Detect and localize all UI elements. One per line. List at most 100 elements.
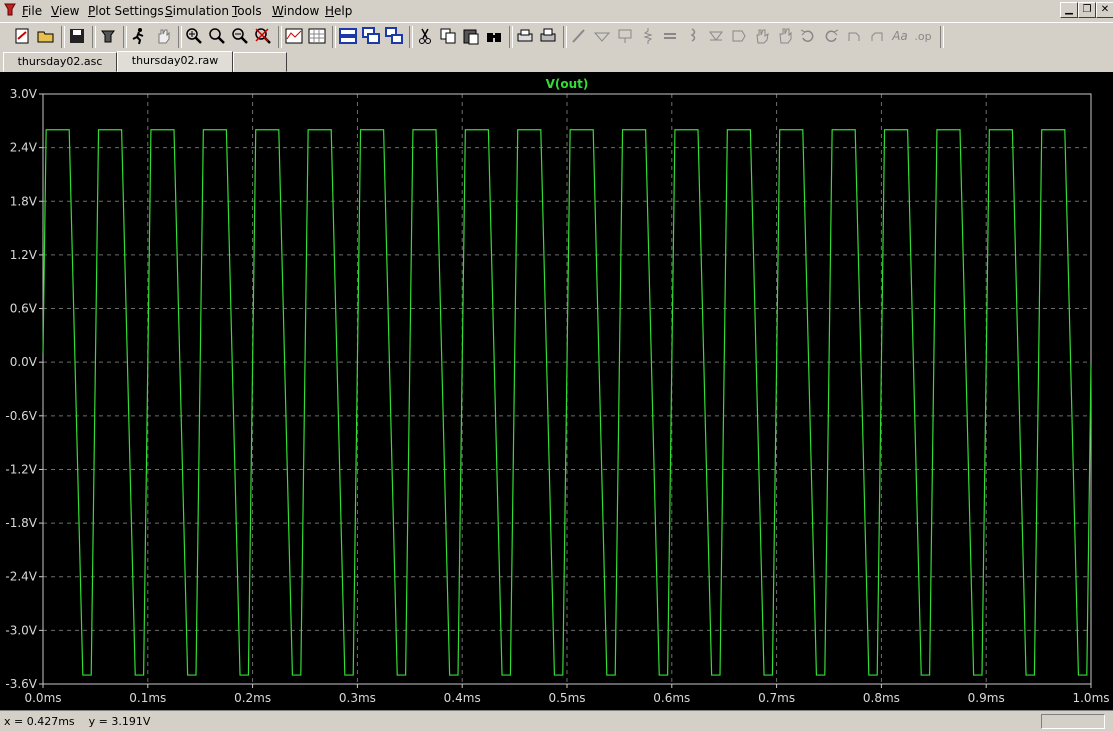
- redo-icon: [825, 29, 839, 42]
- tile-vertical-icon: [385, 27, 403, 44]
- run-icon: [132, 28, 144, 45]
- y-tick-label: -1.2V: [5, 462, 37, 476]
- rotate-button[interactable]: [844, 26, 864, 46]
- zoom-out-icon: [232, 28, 248, 44]
- print-icon: [540, 28, 556, 42]
- tile-vertical-button[interactable]: [384, 26, 404, 46]
- document-tab-bar: thursday02.asc thursday02.raw: [0, 51, 1113, 73]
- open-button[interactable]: [36, 26, 56, 46]
- tile-horizontal-icon: [339, 28, 357, 44]
- y-tick-label: -3.0V: [5, 623, 37, 637]
- run-button[interactable]: [129, 26, 149, 46]
- status-panel: [1041, 714, 1105, 729]
- wire-button[interactable]: [569, 26, 589, 46]
- x-tick-label: 0.3ms: [339, 691, 376, 705]
- tile-horizontal-button[interactable]: [338, 26, 358, 46]
- inductor-icon: [690, 28, 696, 42]
- menu-file[interactable]: File: [22, 4, 42, 18]
- waveform-plot[interactable]: 3.0V 2.4V 1.8V 1.2V 0.6V 0.0V -0.6V -1.2V -1.8V -…: [0, 72, 1113, 710]
- toolbar: Aa .op: [0, 22, 1113, 52]
- toolbar-separator: [409, 26, 413, 48]
- menu-plot-settings[interactable]: Plot Settings: [88, 4, 164, 18]
- drag-button[interactable]: [775, 26, 795, 46]
- menu-view[interactable]: View: [51, 4, 79, 18]
- diode-button[interactable]: [706, 26, 726, 46]
- menu-window[interactable]: Window: [272, 4, 319, 18]
- ground-button[interactable]: [592, 26, 612, 46]
- inductor-button[interactable]: [683, 26, 703, 46]
- tab-label: thursday02.raw: [131, 54, 219, 67]
- print-preview-button[interactable]: [515, 26, 535, 46]
- grid-button[interactable]: [307, 26, 327, 46]
- mirror-button[interactable]: [867, 26, 887, 46]
- toolbar-separator: [123, 26, 127, 48]
- mirror-icon: [871, 32, 883, 41]
- minimize-button[interactable]: ▁: [1060, 2, 1078, 18]
- zoom-in-button[interactable]: [184, 26, 204, 46]
- tab-waveform[interactable]: thursday02.raw: [117, 51, 233, 73]
- y-axis-ticks: 3.0V 2.4V 1.8V 1.2V 0.6V 0.0V -0.6V -1.2V -1.8V -…: [5, 87, 43, 691]
- restore-icon: ❐: [1082, 4, 1092, 15]
- find-icon: [487, 33, 501, 42]
- tab-schematic[interactable]: thursday02.asc: [3, 52, 117, 72]
- save-button[interactable]: [67, 26, 87, 46]
- toolbar-separator: [940, 26, 944, 48]
- x-tick-label: 0.8ms: [863, 691, 900, 705]
- save-icon: [70, 29, 84, 43]
- open-icon: [37, 31, 54, 43]
- control-panel-icon: [101, 30, 115, 43]
- component-button[interactable]: [729, 26, 749, 46]
- close-button[interactable]: ✕: [1096, 2, 1113, 18]
- tab-empty[interactable]: [233, 52, 287, 72]
- minimize-icon: ▁: [1065, 4, 1073, 15]
- zoom-out-button[interactable]: [230, 26, 250, 46]
- toolbar-separator: [92, 26, 96, 48]
- trace-label-vout[interactable]: V(out): [546, 77, 589, 91]
- y-tick-label: -1.8V: [5, 516, 37, 530]
- y-tick-label: 0.0V: [10, 355, 38, 369]
- label-net-button[interactable]: [615, 26, 635, 46]
- zoom-cancel-button[interactable]: [253, 26, 273, 46]
- spice-directive-icon: .op: [914, 29, 932, 43]
- y-tick-label: 1.2V: [10, 248, 38, 262]
- menu-simulation[interactable]: Simulation: [165, 4, 229, 18]
- zoom-cancel-icon: [255, 28, 271, 44]
- restore-button[interactable]: ❐: [1078, 2, 1096, 18]
- print-button[interactable]: [538, 26, 558, 46]
- copy-button[interactable]: [438, 26, 458, 46]
- zoom-area-button[interactable]: [207, 26, 227, 46]
- control-panel-button[interactable]: [98, 26, 118, 46]
- undo-button[interactable]: [798, 26, 818, 46]
- x-tick-label: 0.4ms: [444, 691, 481, 705]
- redo-button[interactable]: [821, 26, 841, 46]
- menu-tools[interactable]: Tools: [232, 4, 262, 18]
- spice-directive-button[interactable]: .op: [913, 26, 933, 46]
- resistor-button[interactable]: [638, 26, 658, 46]
- cascade-button[interactable]: [361, 26, 381, 46]
- move-button[interactable]: [752, 26, 772, 46]
- component-icon: [732, 30, 746, 42]
- halt-button[interactable]: [153, 26, 173, 46]
- diode-icon: [709, 31, 723, 41]
- text-button[interactable]: Aa: [890, 26, 910, 46]
- ground-icon: [593, 32, 611, 42]
- cut-button[interactable]: [415, 26, 435, 46]
- autorange-button[interactable]: [284, 26, 304, 46]
- toolbar-separator: [563, 26, 567, 48]
- new-schematic-button[interactable]: [12, 26, 32, 46]
- y-tick-label: -0.6V: [5, 409, 37, 423]
- find-button[interactable]: [484, 26, 504, 46]
- capacitor-icon: [664, 33, 676, 39]
- capacitor-button[interactable]: [660, 26, 680, 46]
- wire-icon: [572, 29, 585, 43]
- x-tick-label: 0.7ms: [758, 691, 795, 705]
- menu-help[interactable]: Help: [325, 4, 352, 18]
- waveform-plot-window[interactable]: 3.0V 2.4V 1.8V 1.2V 0.6V 0.0V -0.6V -1.2V -1.8V -…: [0, 72, 1113, 710]
- zoom-area-icon: [209, 28, 225, 44]
- ltspice-app-icon[interactable]: [3, 3, 17, 17]
- y-tick-label: -3.6V: [5, 677, 37, 691]
- autorange-icon: [285, 28, 303, 44]
- x-tick-label: 1.0ms: [1072, 691, 1109, 705]
- grid-icon: [308, 28, 326, 44]
- paste-button[interactable]: [461, 26, 481, 46]
